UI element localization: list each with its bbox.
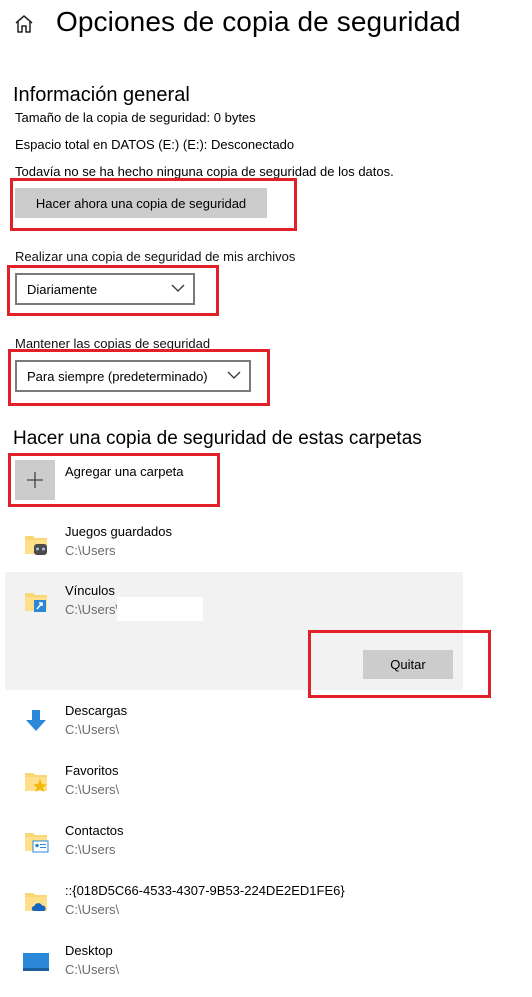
- plus-icon: [27, 472, 43, 488]
- folder-path: C:\Users: [65, 543, 116, 558]
- remove-folder-button[interactable]: Quitar: [363, 650, 453, 679]
- retention-select-value: Para siempre (predeterminado): [27, 368, 208, 384]
- downloads-icon: [26, 710, 46, 731]
- folder-path: C:\Users\: [65, 602, 120, 617]
- onedrive-folder-icon: [25, 893, 47, 911]
- chevron-down-icon: [171, 284, 185, 292]
- general-section-title: Información general: [13, 84, 190, 106]
- folder-path: C:\Users\: [65, 782, 120, 797]
- add-folder-label[interactable]: Agregar una carpeta: [65, 464, 184, 479]
- links-folder-icon: [25, 593, 47, 612]
- folder-name: Juegos guardados: [65, 524, 172, 539]
- redaction-box: [117, 597, 203, 621]
- folder-item-saved-games[interactable]: Juegos guardados C:\Users: [0, 518, 532, 578]
- folder-item-favorites[interactable]: Favoritos C:\Users\: [0, 757, 532, 817]
- folder-name: Contactos: [65, 823, 124, 838]
- backup-size-text: Tamaño de la copia de seguridad: 0 bytes: [15, 110, 256, 125]
- folder-name: Descargas: [65, 703, 128, 718]
- folders-section-title: Hacer una copia de seguridad de estas ca…: [13, 428, 422, 449]
- folder-path: C:\Users\: [65, 962, 120, 977]
- page-title: Opciones de copia de seguridad: [56, 6, 461, 37]
- folder-path: C:\Users: [65, 842, 116, 857]
- folder-item-links[interactable]: Vínculos C:\Users\ Quitar: [5, 572, 463, 690]
- home-icon[interactable]: [12, 12, 36, 36]
- retention-label: Mantener las copias de seguridad: [15, 336, 211, 351]
- folder-item-onedrive[interactable]: ::{018D5C66-4533-4307-9B53-224DE2ED1FE6}…: [0, 877, 532, 937]
- no-backup-text: Todavía no se ha hecho ninguna copia de …: [15, 164, 394, 179]
- chevron-down-icon: [227, 371, 241, 379]
- folder-name: Vínculos: [65, 583, 115, 598]
- folder-name: ::{018D5C66-4533-4307-9B53-224DE2ED1FE6}: [65, 883, 345, 898]
- folder-path: C:\Users\: [65, 902, 120, 917]
- total-space-text: Espacio total en DATOS (E:) (E:): Descon…: [15, 137, 295, 152]
- folder-item-contacts[interactable]: Contactos C:\Users: [0, 817, 532, 877]
- folder-path: C:\Users\: [65, 722, 120, 737]
- folder-name: Desktop: [65, 943, 113, 958]
- backup-now-button[interactable]: Hacer ahora una copia de seguridad: [15, 188, 267, 218]
- folder-name: Favoritos: [65, 763, 119, 778]
- frequency-label: Realizar una copia de seguridad de mis a…: [15, 249, 296, 264]
- frequency-select[interactable]: Diariamente: [15, 273, 195, 305]
- folder-item-desktop[interactable]: Desktop C:\Users\: [0, 937, 532, 997]
- retention-select[interactable]: Para siempre (predeterminado): [15, 360, 251, 392]
- saved-games-folder-icon: [25, 536, 47, 555]
- frequency-select-value: Diariamente: [27, 281, 98, 297]
- desktop-icon: [23, 953, 49, 971]
- contacts-folder-icon: [25, 833, 49, 853]
- add-folder-button[interactable]: [15, 460, 55, 500]
- favorites-folder-icon: [25, 773, 47, 792]
- folder-item-downloads[interactable]: Descargas C:\Users\: [0, 697, 532, 757]
